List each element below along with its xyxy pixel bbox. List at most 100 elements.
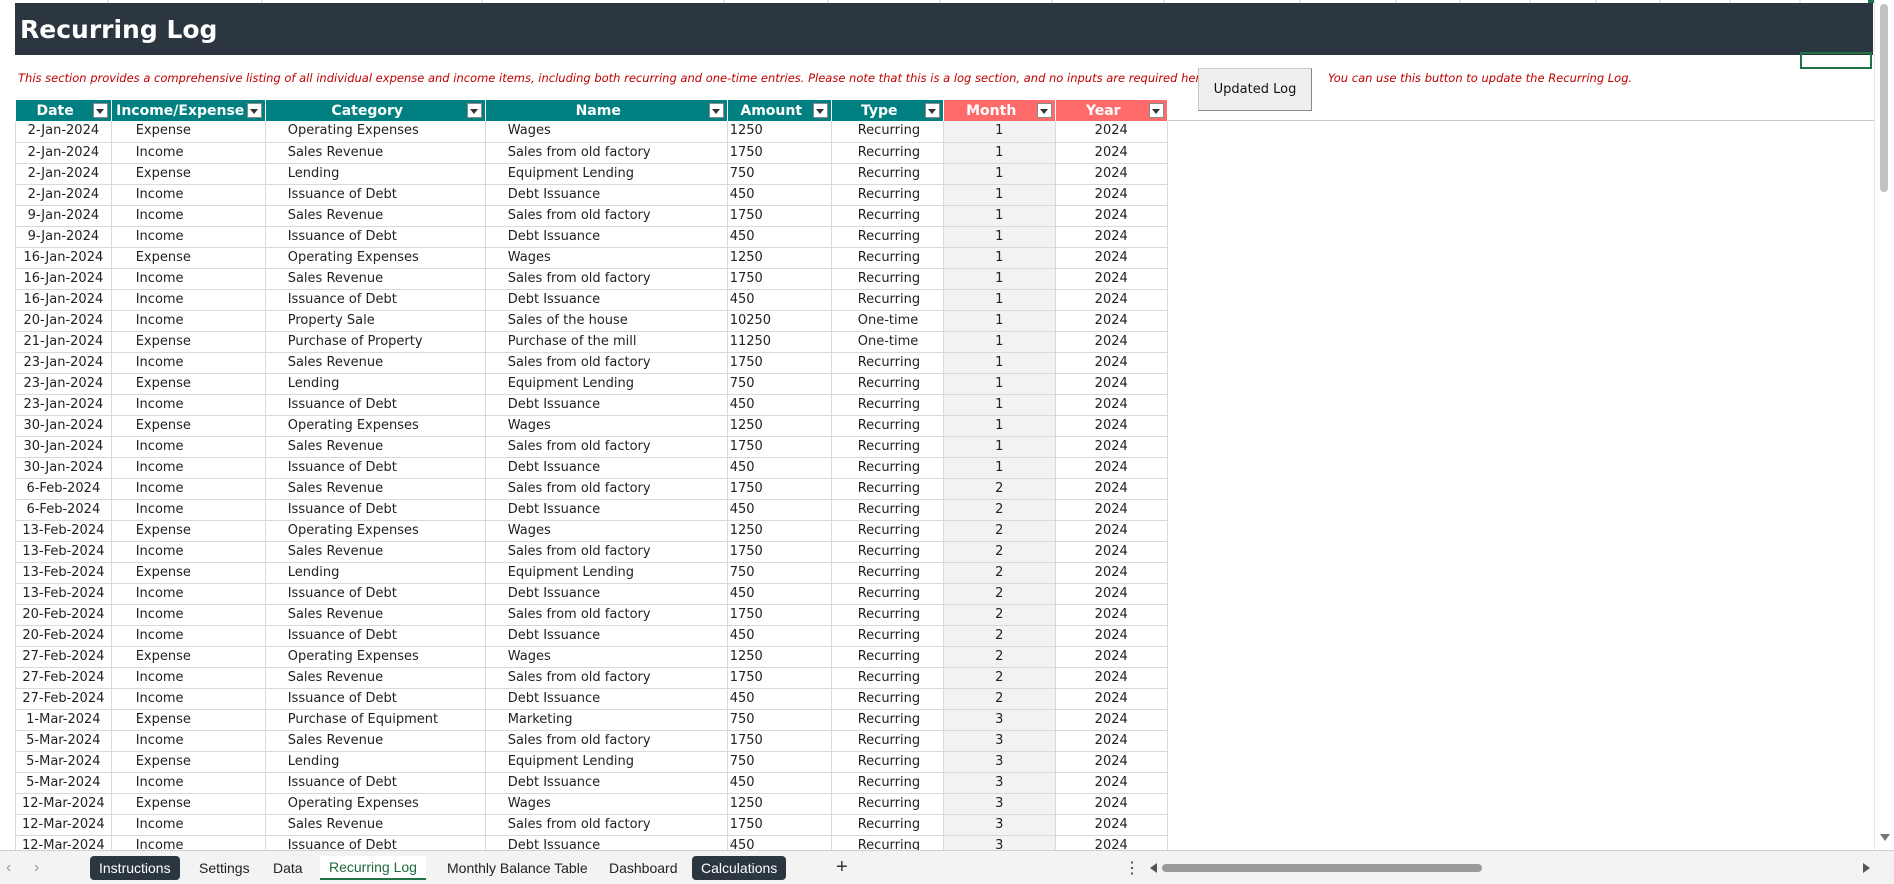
cell-type[interactable]: Recurring bbox=[831, 142, 944, 164]
cell-type[interactable]: Recurring bbox=[831, 541, 944, 563]
cell-name[interactable]: Wages bbox=[485, 415, 728, 437]
cell-amount[interactable]: 1250 bbox=[727, 646, 832, 668]
cell-month[interactable]: 1 bbox=[943, 142, 1056, 164]
cell-date[interactable]: 5-Mar-2024 bbox=[15, 730, 112, 752]
cell-category[interactable]: Lending bbox=[265, 751, 486, 773]
update-log-button[interactable]: Updated Log bbox=[1198, 68, 1312, 111]
cell-amount[interactable]: 1750 bbox=[727, 205, 832, 227]
horizontal-scroll-thumb[interactable] bbox=[1162, 864, 1482, 872]
cell-name[interactable]: Debt Issuance bbox=[485, 289, 728, 311]
cell-type[interactable]: Recurring bbox=[831, 478, 944, 500]
cell-date[interactable]: 9-Jan-2024 bbox=[15, 205, 112, 227]
cell-type[interactable]: Recurring bbox=[831, 205, 944, 227]
cell-type[interactable]: Recurring bbox=[831, 793, 944, 815]
cell-month[interactable]: 2 bbox=[943, 604, 1056, 626]
cell-income-expense[interactable]: Expense bbox=[111, 247, 266, 269]
cell-month[interactable]: 2 bbox=[943, 478, 1056, 500]
cell-date[interactable]: 5-Mar-2024 bbox=[15, 772, 112, 794]
cell-amount[interactable]: 750 bbox=[727, 709, 832, 731]
cell-month[interactable]: 2 bbox=[943, 499, 1056, 521]
cell-type[interactable]: Recurring bbox=[831, 772, 944, 794]
cell-income-expense[interactable]: Income bbox=[111, 667, 266, 689]
cell-date[interactable]: 2-Jan-2024 bbox=[15, 121, 112, 143]
horizontal-scrollbar[interactable] bbox=[1150, 861, 1870, 875]
cell-income-expense[interactable]: Income bbox=[111, 814, 266, 836]
cell-name[interactable]: Sales from old factory bbox=[485, 436, 728, 458]
cell-month[interactable]: 1 bbox=[943, 394, 1056, 416]
cell-name[interactable]: Sales from old factory bbox=[485, 730, 728, 752]
cell-amount[interactable]: 450 bbox=[727, 583, 832, 605]
cell-year[interactable]: 2024 bbox=[1055, 415, 1168, 437]
cell-date[interactable]: 5-Mar-2024 bbox=[15, 751, 112, 773]
cell-date[interactable]: 13-Feb-2024 bbox=[15, 583, 112, 605]
cell-month[interactable]: 1 bbox=[943, 436, 1056, 458]
cell-name[interactable]: Sales from old factory bbox=[485, 541, 728, 563]
cell-category[interactable]: Issuance of Debt bbox=[265, 226, 486, 248]
cell-date[interactable]: 9-Jan-2024 bbox=[15, 226, 112, 248]
cell-year[interactable]: 2024 bbox=[1055, 394, 1168, 416]
cell-month[interactable]: 1 bbox=[943, 268, 1056, 290]
cell-year[interactable]: 2024 bbox=[1055, 562, 1168, 584]
cell-category[interactable]: Lending bbox=[265, 562, 486, 584]
cell-income-expense[interactable]: Income bbox=[111, 772, 266, 794]
filter-dropdown-icon[interactable] bbox=[246, 103, 262, 118]
cell-income-expense[interactable]: Expense bbox=[111, 709, 266, 731]
cell-income-expense[interactable]: Income bbox=[111, 688, 266, 710]
cell-type[interactable]: Recurring bbox=[831, 751, 944, 773]
cell-income-expense[interactable]: Income bbox=[111, 499, 266, 521]
cell-date[interactable]: 20-Feb-2024 bbox=[15, 625, 112, 647]
cell-type[interactable]: One-time bbox=[831, 310, 944, 332]
cell-amount[interactable]: 1750 bbox=[727, 352, 832, 374]
cell-year[interactable]: 2024 bbox=[1055, 499, 1168, 521]
filter-dropdown-icon[interactable] bbox=[1036, 103, 1052, 118]
cell-income-expense[interactable]: Income bbox=[111, 310, 266, 332]
cell-date[interactable]: 27-Feb-2024 bbox=[15, 688, 112, 710]
cell-date[interactable]: 16-Jan-2024 bbox=[15, 289, 112, 311]
cell-amount[interactable]: 750 bbox=[727, 163, 832, 185]
cell-income-expense[interactable]: Income bbox=[111, 184, 266, 206]
cell-category[interactable]: Sales Revenue bbox=[265, 205, 486, 227]
cell-year[interactable]: 2024 bbox=[1055, 268, 1168, 290]
cell-income-expense[interactable]: Expense bbox=[111, 415, 266, 437]
cell-type[interactable]: Recurring bbox=[831, 667, 944, 689]
cell-month[interactable]: 2 bbox=[943, 541, 1056, 563]
cell-date[interactable]: 21-Jan-2024 bbox=[15, 331, 112, 353]
cell-amount[interactable]: 450 bbox=[727, 499, 832, 521]
cell-category[interactable]: Sales Revenue bbox=[265, 478, 486, 500]
cell-month[interactable]: 3 bbox=[943, 751, 1056, 773]
cell-category[interactable]: Sales Revenue bbox=[265, 142, 486, 164]
cell-income-expense[interactable]: Expense bbox=[111, 163, 266, 185]
cell-amount[interactable]: 1750 bbox=[727, 730, 832, 752]
cell-month[interactable]: 2 bbox=[943, 646, 1056, 668]
cell-category[interactable]: Sales Revenue bbox=[265, 352, 486, 374]
cell-name[interactable]: Debt Issuance bbox=[485, 499, 728, 521]
cell-name[interactable]: Sales from old factory bbox=[485, 478, 728, 500]
cell-year[interactable]: 2024 bbox=[1055, 373, 1168, 395]
cell-name[interactable]: Sales of the house bbox=[485, 310, 728, 332]
cell-amount[interactable]: 450 bbox=[727, 688, 832, 710]
cell-name[interactable]: Equipment Lending bbox=[485, 751, 728, 773]
cell-type[interactable]: Recurring bbox=[831, 604, 944, 626]
cell-name[interactable]: Wages bbox=[485, 646, 728, 668]
cell-category[interactable]: Issuance of Debt bbox=[265, 583, 486, 605]
cell-type[interactable]: Recurring bbox=[831, 646, 944, 668]
cell-month[interactable]: 2 bbox=[943, 667, 1056, 689]
cell-category[interactable]: Operating Expenses bbox=[265, 646, 486, 668]
cell-year[interactable]: 2024 bbox=[1055, 793, 1168, 815]
cell-date[interactable]: 20-Feb-2024 bbox=[15, 604, 112, 626]
cell-month[interactable]: 2 bbox=[943, 688, 1056, 710]
cell-date[interactable]: 23-Jan-2024 bbox=[15, 394, 112, 416]
cell-category[interactable]: Sales Revenue bbox=[265, 436, 486, 458]
cell-date[interactable]: 16-Jan-2024 bbox=[15, 247, 112, 269]
cell-amount[interactable]: 450 bbox=[727, 226, 832, 248]
cell-month[interactable]: 1 bbox=[943, 331, 1056, 353]
cell-year[interactable]: 2024 bbox=[1055, 730, 1168, 752]
cell-amount[interactable]: 1250 bbox=[727, 247, 832, 269]
cell-category[interactable]: Sales Revenue bbox=[265, 541, 486, 563]
cell-type[interactable]: Recurring bbox=[831, 373, 944, 395]
cell-date[interactable]: 30-Jan-2024 bbox=[15, 457, 112, 479]
cell-year[interactable]: 2024 bbox=[1055, 352, 1168, 374]
filter-dropdown-icon[interactable] bbox=[924, 103, 940, 118]
sheet-tab-recurring-log[interactable]: Recurring Log bbox=[320, 856, 426, 880]
sheet-tab-settings[interactable]: Settings bbox=[190, 856, 259, 880]
